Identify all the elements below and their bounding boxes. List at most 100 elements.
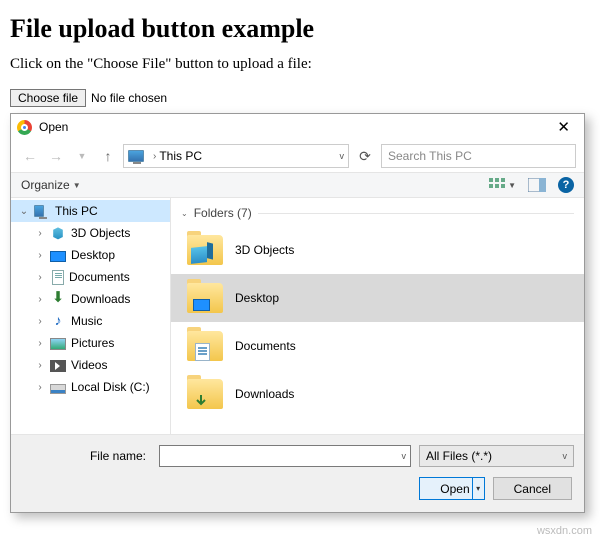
- no-file-chosen-label: No file chosen: [91, 91, 167, 105]
- search-placeholder: Search This PC: [388, 149, 472, 163]
- open-button-split-icon[interactable]: ▾: [472, 478, 484, 499]
- tree-item-label: Videos: [71, 358, 107, 372]
- folder-item-label: Downloads: [235, 387, 294, 401]
- dialog-titlebar: Open ✕: [11, 114, 584, 140]
- filename-input[interactable]: v: [159, 445, 411, 467]
- tree-item-3d-objects[interactable]: › 3D Objects: [11, 222, 170, 244]
- folder-item-documents[interactable]: Documents: [171, 322, 584, 370]
- cube-icon: [50, 225, 66, 241]
- chevron-down-icon[interactable]: v: [402, 451, 407, 461]
- expand-icon[interactable]: ›: [35, 250, 45, 261]
- tree-item-label: Local Disk (C:): [71, 380, 150, 394]
- tree-item-this-pc[interactable]: ⌄ This PC: [11, 200, 170, 222]
- music-icon: ♪: [50, 313, 66, 329]
- help-icon[interactable]: ?: [558, 177, 574, 193]
- collapse-icon[interactable]: ⌄: [19, 206, 29, 217]
- dialog-title: Open: [39, 120, 68, 134]
- pc-icon: [128, 150, 144, 162]
- chevron-down-icon[interactable]: ▼: [71, 145, 93, 167]
- nav-up-icon[interactable]: ↑: [97, 145, 119, 167]
- tree-item-label: Desktop: [71, 248, 115, 262]
- folder-item-label: Desktop: [235, 291, 279, 305]
- organize-menu[interactable]: Organize ▼: [21, 178, 81, 192]
- tree-item-label: 3D Objects: [71, 226, 130, 240]
- tree-item-videos[interactable]: › Videos: [11, 354, 170, 376]
- nav-back-icon[interactable]: ←: [19, 145, 41, 167]
- expand-icon[interactable]: ›: [35, 272, 45, 283]
- download-icon: [193, 393, 209, 409]
- tree-item-pictures[interactable]: › Pictures: [11, 332, 170, 354]
- page-intro: Click on the "Choose File" button to upl…: [10, 56, 590, 73]
- tree-item-label: This PC: [55, 204, 98, 218]
- breadcrumb-sep-icon: ›: [153, 151, 156, 162]
- folder-item-downloads[interactable]: Downloads: [171, 370, 584, 418]
- file-type-filter[interactable]: All Files (*.*) v: [419, 445, 574, 467]
- group-header-label: Folders (7): [194, 206, 252, 220]
- view-mode-button[interactable]: ▼: [489, 178, 516, 192]
- choose-file-button[interactable]: Choose file: [10, 89, 86, 107]
- folder-item-desktop[interactable]: Desktop: [171, 274, 584, 322]
- disk-icon: [50, 384, 66, 394]
- cancel-button-label: Cancel: [514, 482, 551, 496]
- breadcrumb-location[interactable]: This PC: [159, 149, 202, 163]
- file-type-filter-label: All Files (*.*): [426, 449, 492, 463]
- expand-icon[interactable]: ›: [35, 360, 45, 371]
- folder-item-3d-objects[interactable]: 3D Objects: [171, 226, 584, 274]
- pc-icon: [34, 205, 44, 217]
- expand-icon[interactable]: ›: [35, 294, 45, 305]
- folder-tree[interactable]: ⌄ This PC › 3D Objects › Desktop › Docum…: [11, 198, 171, 434]
- nav-forward-icon[interactable]: →: [45, 145, 67, 167]
- folder-icon: [187, 235, 223, 265]
- desktop-icon: [50, 251, 66, 262]
- separator: [258, 213, 574, 214]
- folder-item-label: Documents: [235, 339, 296, 353]
- dialog-navbar: ← → ▼ ↑ › This PC v ⟳ Search This PC: [11, 140, 584, 172]
- expand-icon[interactable]: ›: [35, 382, 45, 393]
- videos-icon: [50, 360, 66, 372]
- close-icon[interactable]: ✕: [551, 118, 576, 136]
- collapse-icon[interactable]: ⌄: [181, 209, 188, 218]
- tree-item-local-disk[interactable]: › Local Disk (C:): [11, 376, 170, 398]
- chevron-down-icon: ▼: [508, 181, 516, 190]
- tree-item-label: Music: [71, 314, 102, 328]
- download-icon: ⬇: [50, 291, 66, 307]
- tree-item-documents[interactable]: › Documents: [11, 266, 170, 288]
- open-button-label: Open: [440, 482, 469, 496]
- tree-item-label: Downloads: [71, 292, 130, 306]
- chrome-icon: [17, 120, 32, 135]
- expand-icon[interactable]: ›: [35, 228, 45, 239]
- page-heading: File upload button example: [10, 14, 590, 44]
- document-icon: [195, 343, 210, 361]
- breadcrumb[interactable]: › This PC v: [123, 144, 349, 168]
- document-icon: [52, 270, 64, 285]
- folder-item-label: 3D Objects: [235, 243, 294, 257]
- folder-icon: [187, 379, 223, 409]
- expand-icon[interactable]: ›: [35, 338, 45, 349]
- filename-label: File name:: [21, 449, 151, 463]
- group-header-folders[interactable]: ⌄ Folders (7): [171, 198, 584, 226]
- tree-item-downloads[interactable]: › ⬇ Downloads: [11, 288, 170, 310]
- dialog-footer: File name: v All Files (*.*) v Open ▾ Ca…: [11, 434, 584, 512]
- cube-icon: [191, 246, 207, 264]
- tree-item-label: Documents: [69, 270, 130, 284]
- tree-item-desktop[interactable]: › Desktop: [11, 244, 170, 266]
- folder-icon: [187, 331, 223, 361]
- organize-label: Organize: [21, 178, 70, 192]
- cancel-button[interactable]: Cancel: [493, 477, 572, 500]
- folder-icon: [187, 283, 223, 313]
- folder-content-pane[interactable]: ⌄ Folders (7) 3D Objects Desktop: [171, 198, 584, 434]
- expand-icon[interactable]: ›: [35, 316, 45, 327]
- file-open-dialog: Open ✕ ← → ▼ ↑ › This PC v ⟳ Search This…: [10, 113, 585, 513]
- preview-pane-button[interactable]: [528, 178, 546, 192]
- tree-item-label: Pictures: [71, 336, 114, 350]
- desktop-icon: [193, 299, 210, 311]
- refresh-icon[interactable]: ⟳: [353, 144, 377, 168]
- chevron-down-icon: ▼: [73, 181, 81, 190]
- open-button[interactable]: Open ▾: [419, 477, 484, 500]
- pictures-icon: [50, 338, 66, 350]
- search-input[interactable]: Search This PC: [381, 144, 576, 168]
- tree-item-music[interactable]: › ♪ Music: [11, 310, 170, 332]
- breadcrumb-dropdown-icon[interactable]: v: [340, 151, 345, 161]
- file-input: Choose file No file chosen: [10, 89, 590, 107]
- watermark: wsxdn.com: [0, 523, 600, 541]
